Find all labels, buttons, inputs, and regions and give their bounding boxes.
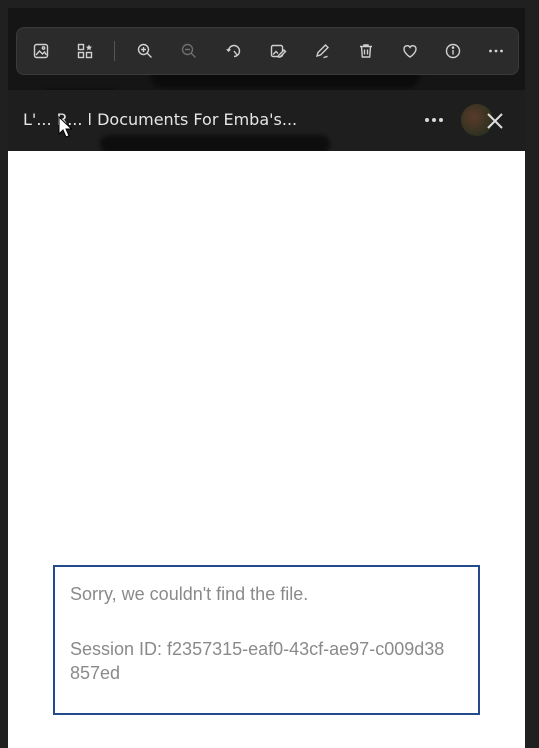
more-options-button[interactable]: [483, 38, 509, 64]
rotate-icon: [226, 44, 241, 58]
mouse-cursor-icon: [58, 116, 72, 138]
more-icon: [489, 49, 503, 53]
image-icon: [33, 43, 49, 59]
edit-image-button[interactable]: [265, 38, 291, 64]
document-more-button[interactable]: [420, 108, 448, 132]
zoom-out-icon: [181, 43, 196, 58]
zoom-out-button[interactable]: [176, 38, 202, 64]
view-image-button[interactable]: [28, 38, 54, 64]
zoom-in-button[interactable]: [132, 38, 158, 64]
zoom-in-icon: [137, 43, 152, 58]
error-message: Sorry, we couldn't find the file.: [70, 584, 309, 604]
favorite-icon: [403, 45, 417, 58]
info-icon: [445, 43, 461, 59]
draw-icon: [315, 44, 329, 59]
add-to-collection-button[interactable]: [72, 38, 98, 64]
edit-image-icon: [270, 44, 287, 58]
session-id-text: Session ID: f2357315-eaf0-43cf-ae97-c009…: [70, 639, 445, 683]
toolbar-separator: [114, 41, 115, 61]
draw-button[interactable]: [309, 38, 335, 64]
collection-icon: [77, 43, 93, 59]
photos-toolbar: [16, 27, 519, 75]
delete-icon: [360, 44, 372, 58]
photos-viewer-window: L'... R... l Documents For Emba's... Sor…: [0, 0, 539, 748]
delete-button[interactable]: [353, 38, 379, 64]
rotate-button[interactable]: [221, 38, 247, 64]
error-message-box: Sorry, we couldn't find the file. Sessio…: [53, 565, 480, 715]
favorite-button[interactable]: [397, 38, 423, 64]
document-title[interactable]: L'... R... l Documents For Emba's...: [23, 110, 373, 129]
close-button[interactable]: [482, 108, 508, 134]
more-icon: [425, 118, 443, 122]
document-body: Sorry, we couldn't find the file. Sessio…: [8, 151, 525, 748]
info-button[interactable]: [440, 38, 466, 64]
close-icon: [487, 113, 503, 129]
